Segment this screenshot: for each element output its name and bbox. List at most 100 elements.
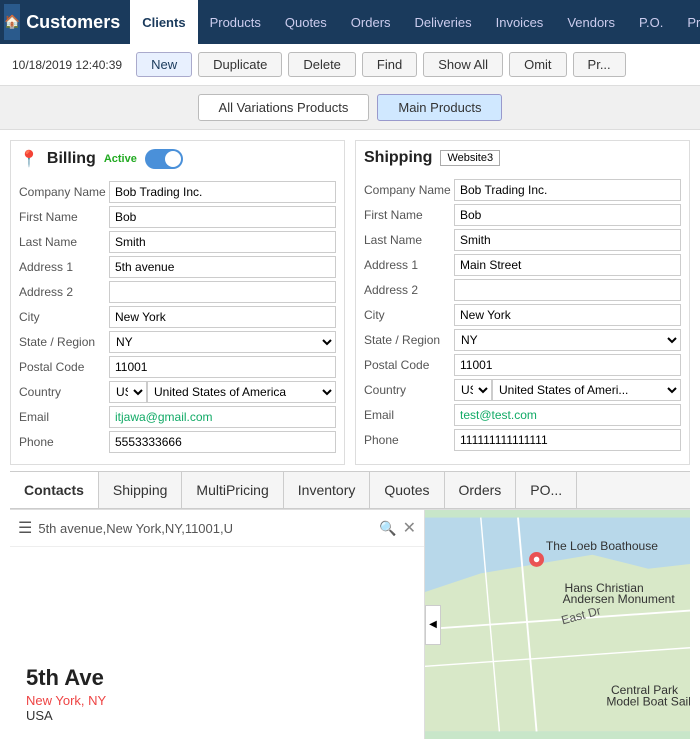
shipping-lastname-input[interactable] [454,229,681,251]
shipping-title: Shipping [364,149,432,167]
shipping-email-row: Email [364,404,681,426]
billing-email-label: Email [19,410,109,424]
hamburger-icon[interactable]: ☰ [18,518,32,538]
billing-country-code-select[interactable]: US [109,381,147,403]
billing-header: 📍 Billing Active [19,149,336,173]
billing-company-input[interactable] [109,181,336,203]
billing-phone-row: Phone [19,431,336,453]
shipping-state-select[interactable]: NY [454,329,681,351]
close-icon[interactable]: ✕ [403,518,416,538]
shipping-company-label: Company Name [364,183,454,197]
shipping-address2-input[interactable] [454,279,681,301]
duplicate-button[interactable]: Duplicate [198,52,282,77]
billing-country-label: Country [19,385,109,399]
toolbar: 10/18/2019 12:40:39 New Duplicate Delete… [0,44,700,86]
map-left-panel: ☰ 🔍 ✕ 5th Ave New York, NY USA [10,510,425,739]
tab-po[interactable]: PO... [516,472,577,508]
new-button[interactable]: New [136,52,192,77]
nav-tab-products[interactable]: Products [198,0,273,44]
active-toggle[interactable] [145,149,183,169]
billing-lastname-label: Last Name [19,235,109,249]
map-address-sub: New York, NY [26,693,408,708]
shipping-firstname-label: First Name [364,208,454,222]
map-search-input[interactable] [38,521,373,536]
shipping-lastname-row: Last Name [364,229,681,251]
map-area: ☰ 🔍 ✕ 5th Ave New York, NY USA ◀ [10,509,690,739]
nav-tabs: Clients Products Quotes Orders Deliverie… [130,0,700,44]
nav-tab-po[interactable]: P.O. [627,0,675,44]
tab-contacts[interactable]: Contacts [10,472,99,508]
billing-company-row: Company Name [19,181,336,203]
top-navigation: 🏠 Customers Clients Products Quotes Orde… [0,0,700,44]
datetime-display: 10/18/2019 12:40:39 [12,58,122,72]
billing-email-row: Email [19,406,336,428]
website-badge: Website3 [440,150,500,166]
nav-tab-deliveries[interactable]: Deliveries [403,0,484,44]
find-button[interactable]: Find [362,52,417,77]
shipping-header: Shipping Website3 [364,149,681,171]
location-icon: 📍 [19,149,39,169]
billing-phone-label: Phone [19,435,109,449]
billing-lastname-input[interactable] [109,231,336,253]
omit-button[interactable]: Omit [509,52,566,77]
billing-state-select[interactable]: NY [109,331,336,353]
delete-button[interactable]: Delete [288,52,356,77]
billing-phone-input[interactable] [109,431,336,453]
all-variations-tab[interactable]: All Variations Products [198,94,370,121]
map-search-bar: ☰ 🔍 ✕ [10,510,424,547]
shipping-city-label: City [364,308,454,322]
billing-country-row: Country US United States of America [19,381,336,403]
billing-address1-input[interactable] [109,256,336,278]
map-svg: The Loeb Boathouse Hans Christian Anders… [425,510,690,739]
billing-address2-input[interactable] [109,281,336,303]
shipping-company-row: Company Name [364,179,681,201]
shipping-country-select[interactable]: United States of Ameri... [492,379,681,401]
map-right-panel: ◀ The Loeb Boathouse Hans Christian Ande… [425,510,690,739]
map-collapse-button[interactable]: ◀ [425,605,441,645]
shipping-address1-input[interactable] [454,254,681,276]
shipping-phone-row: Phone [364,429,681,451]
show-all-button[interactable]: Show All [423,52,503,77]
main-products-tab[interactable]: Main Products [377,94,502,121]
nav-tab-orders[interactable]: Orders [339,0,403,44]
map-address-title: 5th Ave [26,665,408,691]
billing-city-input[interactable] [109,306,336,328]
tab-inventory[interactable]: Inventory [284,472,371,508]
billing-firstname-input[interactable] [109,206,336,228]
print-button[interactable]: Pr... [573,52,626,77]
app-logo: 🏠 [4,4,20,40]
shipping-company-input[interactable] [454,179,681,201]
billing-postal-input[interactable] [109,356,336,378]
main-content: 📍 Billing Active Company Name First Name… [0,130,700,749]
shipping-country-row: Country US United States of Ameri... [364,379,681,401]
tab-quotes[interactable]: Quotes [370,472,444,508]
tab-multipricing[interactable]: MultiPricing [182,472,283,508]
billing-email-input[interactable] [109,406,336,428]
shipping-postal-input[interactable] [454,354,681,376]
nav-tab-invoices[interactable]: Invoices [484,0,556,44]
tab-orders[interactable]: Orders [445,472,517,508]
shipping-lastname-label: Last Name [364,233,454,247]
shipping-state-row: State / Region NY [364,329,681,351]
nav-tab-clients[interactable]: Clients [130,0,197,44]
nav-tab-quotes[interactable]: Quotes [273,0,339,44]
shipping-address1-row: Address 1 [364,254,681,276]
billing-country-select[interactable]: United States of America [147,381,336,403]
shipping-phone-input[interactable] [454,429,681,451]
billing-shipping-panels: 📍 Billing Active Company Name First Name… [10,140,690,465]
shipping-firstname-input[interactable] [454,204,681,226]
shipping-country-code-select[interactable]: US [454,379,492,401]
billing-address2-label: Address 2 [19,285,109,299]
shipping-address2-row: Address 2 [364,279,681,301]
billing-firstname-label: First Name [19,210,109,224]
billing-postal-label: Postal Code [19,360,109,374]
nav-tab-projects[interactable]: Projects [675,0,700,44]
search-icon[interactable]: 🔍 [379,520,396,537]
nav-tab-vendors[interactable]: Vendors [555,0,627,44]
active-badge: Active [104,153,137,165]
billing-firstname-row: First Name [19,206,336,228]
shipping-city-input[interactable] [454,304,681,326]
billing-panel: 📍 Billing Active Company Name First Name… [10,140,345,465]
tab-shipping[interactable]: Shipping [99,472,183,508]
shipping-email-input[interactable] [454,404,681,426]
